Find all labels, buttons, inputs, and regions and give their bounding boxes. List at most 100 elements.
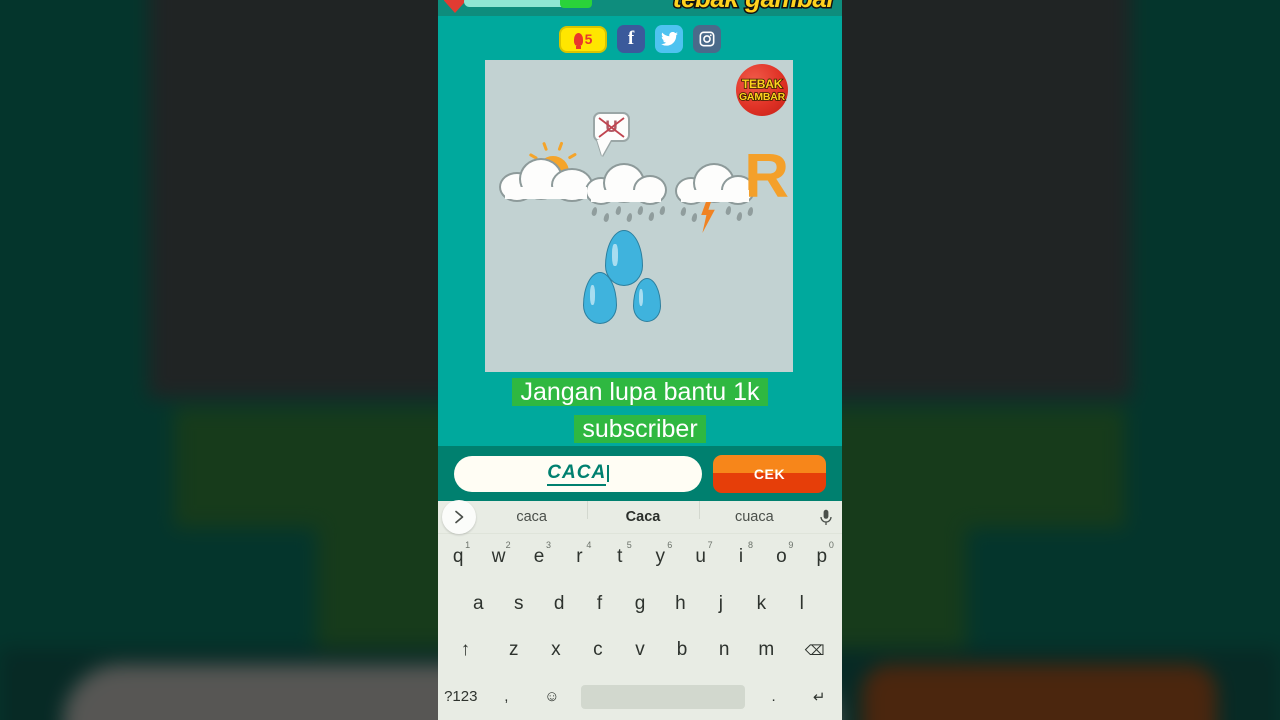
key-j[interactable]: j xyxy=(701,581,741,628)
suggestion-items: caca Caca cuaca xyxy=(476,501,810,525)
game-header-strip: tebak gambar xyxy=(438,0,842,16)
instagram-share-button[interactable] xyxy=(693,25,721,53)
key-shift[interactable]: ↑ xyxy=(438,627,493,674)
app-logo: tebak gambar xyxy=(671,0,838,15)
check-button[interactable]: CEK xyxy=(713,454,826,493)
key-d[interactable]: d xyxy=(539,581,579,628)
text-caret xyxy=(607,465,609,482)
key-u[interactable]: u7 xyxy=(680,534,720,581)
key-o[interactable]: o9 xyxy=(761,534,801,581)
lightbulb-icon xyxy=(573,32,583,49)
hint-count: 5 xyxy=(584,31,593,47)
key-v[interactable]: v xyxy=(619,627,661,674)
caption-line-2-wrap: subscriber xyxy=(438,411,842,447)
answer-bar: CACA CEK xyxy=(438,446,842,501)
answer-input[interactable]: CACA xyxy=(454,455,702,492)
key-b[interactable]: b xyxy=(661,627,703,674)
key-label: w xyxy=(491,546,506,568)
key-g[interactable]: g xyxy=(620,581,660,628)
key-superscript: 6 xyxy=(667,540,673,550)
game-toolbar: 5 f xyxy=(438,16,842,62)
key-superscript: 5 xyxy=(626,540,632,550)
badge-line-2: GAMBAR xyxy=(738,90,786,103)
key-z[interactable]: z xyxy=(493,627,535,674)
key-m[interactable]: m xyxy=(745,627,787,674)
key-superscript: 7 xyxy=(707,540,713,550)
onscreen-keyboard: caca Caca cuaca q1 w2 e3 r4 t5 y 6 u 7 i… xyxy=(438,500,842,720)
key-label: e xyxy=(533,546,545,568)
keyboard-row-2: a s d f g h j k l xyxy=(438,581,842,628)
heart-icon xyxy=(444,0,466,13)
key-x[interactable]: x xyxy=(535,627,577,674)
key-superscript: 4 xyxy=(586,540,592,550)
voice-input-button[interactable] xyxy=(810,509,842,526)
facebook-icon: f xyxy=(627,28,635,49)
rain-cloud-icon xyxy=(585,163,667,205)
suggestion-item-1[interactable]: Caca xyxy=(587,501,698,525)
key-comma[interactable]: , xyxy=(484,674,530,720)
key-n[interactable]: n xyxy=(703,627,745,674)
key-c[interactable]: c xyxy=(577,627,619,674)
caption-line-1-wrap: Jangan lupa bantu 1k xyxy=(438,374,842,410)
facebook-share-button[interactable]: f xyxy=(617,25,645,53)
screen-root: tebak gambar 5 f xyxy=(0,0,1280,720)
chevron-right-icon xyxy=(454,510,463,524)
key-label: u xyxy=(695,546,706,568)
key-q[interactable]: q1 xyxy=(438,534,478,581)
badge-line-1: TEBAK xyxy=(741,76,783,91)
key-superscript: 3 xyxy=(545,540,551,550)
keyboard-row-3: ↑ z x c v b n m ⌫ xyxy=(438,627,842,674)
key-l[interactable]: l xyxy=(782,581,822,628)
key-r[interactable]: r4 xyxy=(559,534,599,581)
key-t[interactable]: t5 xyxy=(600,534,640,581)
key-superscript: 0 xyxy=(828,540,834,550)
progress-bar-fill xyxy=(560,0,592,8)
key-superscript: 2 xyxy=(505,540,511,550)
key-e[interactable]: e3 xyxy=(519,534,559,581)
phone-screen: tebak gambar 5 f xyxy=(438,0,842,720)
key-superscript: 1 xyxy=(465,540,471,550)
suggestion-item-0[interactable]: caca xyxy=(476,509,587,525)
speech-bubble-tail xyxy=(597,140,611,156)
key-label: t xyxy=(617,546,623,568)
key-superscript: 8 xyxy=(748,540,754,550)
key-w[interactable]: w2 xyxy=(478,534,518,581)
hint-counter-button[interactable]: 5 xyxy=(559,25,607,53)
keyboard-row-1: q1 w2 e3 r4 t5 y6 u7 i8 o9 p0 xyxy=(438,534,842,581)
key-h[interactable]: h xyxy=(660,581,700,628)
key-enter[interactable]: ↵ xyxy=(796,674,842,720)
instagram-icon xyxy=(699,31,715,47)
key-label: i xyxy=(738,546,744,568)
key-y[interactable]: y6 xyxy=(640,534,680,581)
key-emoji[interactable]: ☺ xyxy=(529,674,575,720)
suggestion-item-2[interactable]: cuaca xyxy=(698,501,810,525)
key-s[interactable]: s xyxy=(498,581,538,628)
key-i[interactable]: i8 xyxy=(721,534,761,581)
twitter-icon xyxy=(660,32,678,46)
water-drop-small xyxy=(633,278,661,322)
suggestion-strip: caca Caca cuaca xyxy=(438,500,842,534)
caption-line-2: subscriber xyxy=(574,415,706,443)
twitter-share-button[interactable] xyxy=(655,25,683,53)
water-drop-large xyxy=(605,230,643,286)
tebak-gambar-badge: TEBAK GAMBAR xyxy=(736,64,788,116)
key-f[interactable]: f xyxy=(579,581,619,628)
key-numbers[interactable]: ?123 xyxy=(438,674,484,720)
check-button-label: CEK xyxy=(753,465,786,482)
answer-value: CACA xyxy=(547,462,607,486)
keyboard-row-4: ?123 , ☺ . ↵ xyxy=(438,674,842,720)
key-period[interactable]: . xyxy=(751,674,797,720)
suggestion-expand-button[interactable] xyxy=(442,500,476,534)
microphone-icon xyxy=(820,509,832,525)
letter-hint: R xyxy=(744,142,789,211)
key-label: p xyxy=(816,546,828,568)
key-backspace[interactable]: ⌫ xyxy=(787,627,842,674)
thunder-cloud-icon xyxy=(675,163,755,205)
key-label: r xyxy=(576,546,583,568)
key-k[interactable]: k xyxy=(741,581,781,628)
puzzle-image[interactable]: TEBAK GAMBAR R xyxy=(485,60,793,372)
key-a[interactable]: a xyxy=(458,581,498,628)
key-p[interactable]: p0 xyxy=(802,534,842,581)
key-space[interactable] xyxy=(580,684,745,709)
sun-cloud-icon xyxy=(499,158,593,202)
